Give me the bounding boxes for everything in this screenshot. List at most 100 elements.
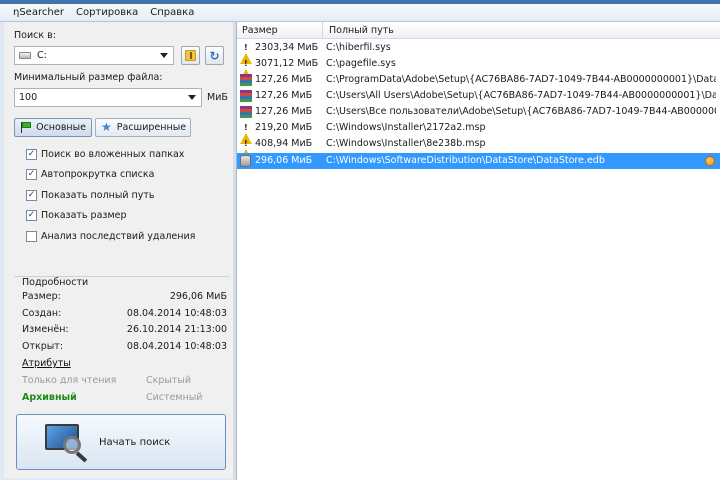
option-label: Показать полный путь bbox=[41, 190, 155, 201]
tab-advanced[interactable]: ★ Расширенные bbox=[95, 118, 191, 137]
row-size: 127,26 МиБ bbox=[255, 106, 313, 117]
row-size: 296,06 МиБ bbox=[255, 155, 313, 166]
archive-icon bbox=[240, 106, 253, 118]
checkbox-checked-icon[interactable]: ✓ bbox=[26, 190, 37, 201]
browse-folder-button[interactable] bbox=[181, 46, 200, 65]
attr-hidden: Скрытый bbox=[146, 375, 192, 386]
database-icon bbox=[240, 155, 253, 167]
refresh-icon: ↻ bbox=[209, 48, 220, 63]
row-size: 408,94 МиБ bbox=[255, 138, 313, 149]
column-header-path[interactable]: Полный путь bbox=[329, 25, 394, 36]
flag-icon bbox=[20, 122, 31, 133]
row-path: C:\Windows\SoftwareDistribution\DataStor… bbox=[326, 155, 605, 166]
detail-size-value: 296,06 МиБ bbox=[169, 291, 227, 302]
row-path: C:\Users\Все пользователи\Adobe\Setup\{A… bbox=[326, 106, 716, 117]
start-search-label: Начать поиск bbox=[99, 437, 171, 448]
table-row-selected[interactable]: 296,06 МиБ C:\Windows\SoftwareDistributi… bbox=[237, 153, 720, 169]
detail-modified-value: 26.10.2014 21:13:00 bbox=[126, 324, 227, 335]
list-header: Размер Полный путь bbox=[237, 22, 720, 39]
option-delete-analysis[interactable]: Анализ последствий удаления bbox=[26, 231, 195, 242]
attr-system: Системный bbox=[146, 392, 203, 403]
column-header-size[interactable]: Размер bbox=[242, 25, 278, 36]
detail-opened-row: Открыт: 08.04.2014 10:48:03 bbox=[22, 341, 227, 355]
detail-opened-label: Открыт: bbox=[22, 341, 64, 352]
warning-icon bbox=[240, 42, 253, 64]
menu-item-app[interactable]: ηSearcher bbox=[8, 7, 71, 18]
menu-item-help[interactable]: Справка bbox=[145, 7, 201, 18]
detail-created-value: 08.04.2014 10:48:03 bbox=[126, 308, 227, 319]
row-path: C:\Windows\Installer\8e238b.msp bbox=[326, 138, 486, 149]
menu-bar: ηSearcher Сортировка Справка bbox=[0, 4, 720, 22]
min-size-value: 100 bbox=[19, 92, 38, 103]
row-size: 3071,12 МиБ bbox=[255, 58, 319, 69]
table-row[interactable]: 127,26 МиБ C:\Users\Все пользователи\Ado… bbox=[237, 104, 720, 120]
min-size-select[interactable]: 100 bbox=[14, 88, 202, 107]
row-path: C:\Windows\Installer\2172a2.msp bbox=[326, 122, 486, 133]
min-size-unit: МиБ bbox=[207, 92, 228, 103]
checkbox-checked-icon[interactable]: ✓ bbox=[26, 169, 37, 180]
archive-icon bbox=[240, 90, 253, 102]
row-size: 127,26 МиБ bbox=[255, 74, 313, 85]
option-full-path[interactable]: ✓ Показать полный путь bbox=[26, 190, 155, 201]
option-label: Автопрокрутка списка bbox=[41, 169, 155, 180]
search-location-label: Поиск в: bbox=[14, 30, 56, 41]
table-row[interactable]: 219,20 МиБ C:\Windows\Installer\2172a2.m… bbox=[237, 120, 720, 144]
detail-created-label: Создан: bbox=[22, 308, 62, 319]
option-label: Показать размер bbox=[41, 210, 127, 221]
checkbox-checked-icon[interactable]: ✓ bbox=[26, 210, 37, 221]
attributes-link[interactable]: Атрибуты bbox=[22, 358, 71, 369]
detail-size-label: Размер: bbox=[22, 291, 61, 302]
table-row[interactable]: 408,94 МиБ C:\Windows\Installer\8e238b.m… bbox=[237, 136, 720, 160]
detail-created-row: Создан: 08.04.2014 10:48:03 bbox=[22, 308, 227, 322]
row-path: C:\Users\All Users\Adobe\Setup\{AC76BA86… bbox=[326, 90, 716, 101]
attr-readonly: Только для чтения bbox=[22, 375, 117, 386]
table-row[interactable]: 127,26 МиБ C:\Users\All Users\Adobe\Setu… bbox=[237, 88, 720, 104]
option-autoscroll[interactable]: ✓ Автопрокрутка списка bbox=[26, 169, 154, 180]
app-window: ηSearcher Сортировка Справка Поиск в: C:… bbox=[0, 0, 720, 480]
folder-icon bbox=[185, 50, 196, 61]
monitor-magnifier-icon bbox=[45, 422, 91, 463]
archive-icon bbox=[240, 74, 253, 86]
option-label: Анализ последствий удаления bbox=[41, 231, 196, 242]
row-path: C:\pagefile.sys bbox=[326, 58, 396, 69]
attr-archive: Архивный bbox=[22, 392, 77, 403]
detail-opened-value: 08.04.2014 10:48:03 bbox=[126, 341, 227, 352]
checkbox-checked-icon[interactable]: ✓ bbox=[26, 149, 37, 160]
search-panel: Поиск в: C: ↻ Минимальный размер файла: … bbox=[4, 22, 233, 478]
start-search-button[interactable]: Начать поиск bbox=[16, 414, 226, 470]
table-row[interactable]: 3071,12 МиБ C:\pagefile.sys bbox=[237, 56, 720, 80]
chevron-down-icon bbox=[160, 53, 168, 58]
row-size: 127,26 МиБ bbox=[255, 90, 313, 101]
star-icon: ★ bbox=[101, 120, 112, 134]
checkbox-unchecked-icon[interactable] bbox=[26, 231, 37, 242]
detail-size-row: Размер: 296,06 МиБ bbox=[22, 291, 227, 305]
details-title: Подробности bbox=[22, 277, 89, 288]
warning-icon bbox=[240, 122, 253, 144]
warning-icon bbox=[240, 138, 253, 160]
tab-basic[interactable]: Основные bbox=[14, 118, 92, 137]
results-list: Размер Полный путь 2303,34 МиБ C:\hiberf… bbox=[236, 22, 720, 480]
status-indicator-icon bbox=[705, 156, 715, 166]
tab-advanced-label: Расширенные bbox=[116, 122, 187, 133]
details-section: Подробности Размер: 296,06 МиБ Создан: 0… bbox=[14, 276, 229, 409]
row-path: C:\ProgramData\Adobe\Setup\{AC76BA86-7AD… bbox=[326, 74, 716, 85]
row-size: 2303,34 МиБ bbox=[255, 42, 319, 53]
drive-icon bbox=[19, 52, 31, 59]
option-subfolders[interactable]: ✓ Поиск во вложенных папках bbox=[26, 149, 184, 160]
option-label: Поиск во вложенных папках bbox=[41, 149, 185, 160]
table-row[interactable]: 127,26 МиБ C:\ProgramData\Adobe\Setup\{A… bbox=[237, 72, 720, 88]
menu-item-sort[interactable]: Сортировка bbox=[71, 7, 145, 18]
column-divider[interactable] bbox=[322, 22, 323, 39]
search-location-select[interactable]: C: bbox=[14, 46, 174, 65]
option-show-size[interactable]: ✓ Показать размер bbox=[26, 210, 127, 221]
row-size: 219,20 МиБ bbox=[255, 122, 313, 133]
detail-modified-label: Изменён: bbox=[22, 324, 69, 335]
refresh-drives-button[interactable]: ↻ bbox=[205, 46, 224, 65]
row-path: C:\hiberfil.sys bbox=[326, 42, 391, 53]
table-row[interactable]: 2303,34 МиБ C:\hiberfil.sys bbox=[237, 40, 720, 64]
chevron-down-icon bbox=[188, 95, 196, 100]
search-location-value: C: bbox=[37, 50, 47, 61]
min-size-label: Минимальный размер файла: bbox=[14, 72, 163, 83]
detail-modified-row: Изменён: 26.10.2014 21:13:00 bbox=[22, 324, 227, 338]
warning-icon bbox=[240, 58, 253, 80]
